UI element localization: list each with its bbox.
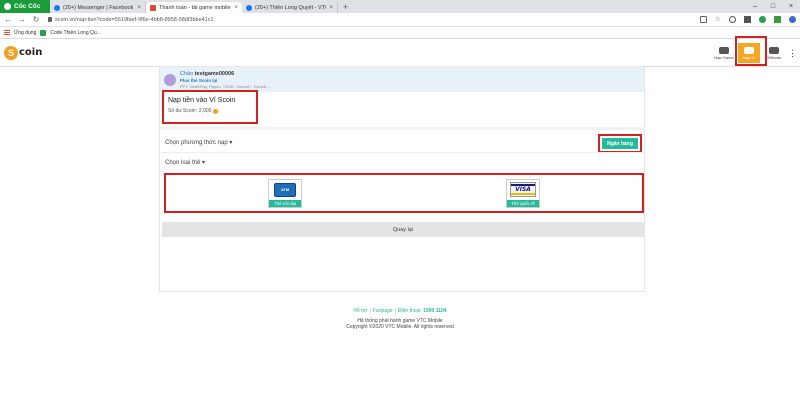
avatar [164, 73, 176, 86]
gift-icon [769, 46, 779, 54]
coin-icon [213, 108, 219, 114]
greeting-prefix: Chào [180, 70, 194, 77]
payment-panel: Chào testgame00006 Plus thẻ Scoin lại FP… [159, 66, 645, 292]
browser-menu-button[interactable]: Cốc Cốc [0, 0, 50, 13]
facebook-icon [246, 4, 252, 11]
tab-title: (20+) Messenger | Facebook [63, 4, 134, 11]
atm-card-icon: ATM [269, 180, 301, 200]
tab-title: Thanh toán - tải game mobile [159, 4, 231, 11]
star-icon[interactable]: ☆ [715, 16, 721, 23]
balance-label: Số dư Scoin: [168, 108, 197, 114]
payment-methods-list: FPT, ViettelPay, Payoo, TGDD, Vnmart+, C… [180, 83, 271, 89]
promo-link[interactable]: Plus thẻ Scoin lại [180, 78, 270, 83]
payment-method-dropdown[interactable]: Chọn phương thức nạp ▾ [165, 139, 232, 146]
card-type-dropdown[interactable]: Chọn loại thẻ ▾ [165, 159, 205, 166]
bookmark-code[interactable]: Code Thiên Long Qu... [50, 30, 101, 36]
nav-label: Giftcode [766, 54, 782, 60]
browser-tab-scoin[interactable]: Thanh toán - tải game mobile × [146, 2, 242, 13]
bookmark-apps[interactable]: Ứng dụng [14, 30, 36, 36]
extensions-bar: ☆ [699, 16, 796, 23]
username: testgame00006 [194, 70, 235, 77]
extension-icon[interactable] [759, 16, 766, 23]
coin-logo-icon: S [4, 45, 18, 60]
user-info-strip: Chào testgame00006 Plus thẻ Scoin lại FP… [160, 67, 644, 92]
facebook-icon [54, 4, 60, 11]
site-footer: Hỗ trợ | Fanpage | Điện thoại: 1900 1104 Hệ … [0, 308, 800, 330]
apps-grid-icon [4, 29, 10, 36]
visa-word: VISA [515, 186, 531, 193]
more-menu-icon[interactable]: ⋮ [788, 48, 797, 59]
user-text: Chào testgame00006 Plus thẻ Scoin lại FP… [180, 71, 270, 89]
scoin-logo[interactable]: S coin [4, 45, 43, 60]
nav-label: Nạp Game [714, 54, 734, 60]
caret-down-icon: ▾ [229, 140, 233, 146]
bank-button[interactable]: Ngân hàng [602, 138, 638, 149]
translate-icon[interactable] [699, 16, 707, 23]
lock-icon [48, 17, 52, 22]
address-bar-row: ← → ↻ scoin.vn/nap-tien?code=5519faef-9f… [0, 13, 800, 27]
bank-button-highlight: Ngân hàng [598, 134, 642, 153]
block-icon[interactable] [729, 16, 736, 23]
url-text: scoin.vn/nap-tien?code=5519faef-9f6e-4bb… [55, 16, 214, 23]
card-type-label: Chọn loại thẻ [165, 160, 201, 166]
card-label: Thẻ quốc tế [507, 199, 539, 207]
atm-badge: ATM [274, 182, 296, 197]
divider [160, 152, 644, 153]
wallet-title: Nạp tiền vào Ví Scoin [168, 97, 236, 104]
download-icon[interactable] [744, 16, 751, 23]
method-label: Chọn phương thức nạp [165, 140, 228, 146]
card-option-international[interactable]: VISA Thẻ quốc tế [506, 178, 540, 208]
footer-links: Hỗ trợ | Fanpage | Điện thoại: 1900 1104 [353, 308, 447, 314]
nap-vi-highlight [735, 36, 767, 66]
profile-icon[interactable] [789, 16, 796, 23]
phone-number[interactable]: 1900 1104 [423, 308, 446, 314]
wallet-balance-box: Nạp tiền vào Ví Scoin Số dư Scoin: 2,000 [162, 90, 258, 124]
close-window-icon[interactable]: × [782, 0, 800, 13]
fanpage-link[interactable]: Fanpage [373, 308, 393, 314]
site-header: S coin Nạp Game Nạp Ví Giftcode ⋮ [0, 39, 800, 67]
url-input[interactable]: scoin.vn/nap-tien?code=5519faef-9f6e-4bb… [46, 15, 276, 25]
browser-tab-messenger[interactable]: (20+) Messenger | Facebook × [50, 2, 146, 13]
tab-title: (20+) Thiên Long Quyết - VTC [255, 4, 327, 11]
forward-arrow-icon[interactable]: → [18, 15, 26, 24]
card-options: ATM Thẻ nội địa VISA Thẻ quốc tế [164, 173, 644, 213]
gamepad-icon [719, 46, 729, 54]
browser-tabstrip: Cốc Cốc (20+) Messenger | Facebook × Tha… [0, 0, 800, 13]
scoin-icon [150, 4, 156, 11]
section-divider [160, 127, 644, 130]
greeting: Chào testgame00006 [180, 71, 270, 77]
phone-label: Điện thoại: [397, 308, 422, 314]
bookmark-icon [40, 29, 47, 36]
card-label: Thẻ nội địa [269, 199, 301, 207]
logo-text: coin [19, 47, 43, 58]
close-tab-icon[interactable]: × [137, 5, 141, 11]
close-tab-icon[interactable]: × [329, 5, 333, 11]
balance-value: 2,000 [198, 108, 212, 114]
reload-icon[interactable]: ↻ [32, 15, 40, 24]
card-option-domestic[interactable]: ATM Thẻ nội địa [268, 178, 302, 208]
browser-tab-thienlong[interactable]: (20+) Thiên Long Quyết - VTC × [242, 2, 338, 13]
visa-logo: VISA [510, 182, 536, 197]
back-arrow-icon[interactable]: ← [4, 15, 12, 24]
caret-down-icon: ▾ [202, 160, 206, 166]
coccoc-logo-icon [4, 3, 11, 10]
window-controls: – □ × [746, 0, 800, 13]
close-tab-icon[interactable]: × [234, 5, 238, 11]
new-tab-button[interactable]: + [338, 2, 353, 13]
support-link[interactable]: Hỗ trợ [353, 308, 367, 314]
nav-nap-game[interactable]: Nạp Game [713, 46, 735, 60]
maximize-icon[interactable]: □ [764, 0, 782, 13]
minimize-icon[interactable]: – [746, 0, 764, 13]
puzzle-icon[interactable] [774, 16, 781, 23]
wallet-balance: Số dư Scoin: 2,000 [168, 108, 252, 114]
copyright-text: Copyright ©2020 VTC Mobile. All rights r… [346, 324, 454, 330]
visa-card-icon: VISA [507, 180, 539, 200]
bookmarks-bar: Ứng dụng Code Thiên Long Qu... [0, 27, 800, 39]
back-button[interactable]: Quay lại [162, 222, 644, 237]
browser-name: Cốc Cốc [14, 3, 41, 10]
